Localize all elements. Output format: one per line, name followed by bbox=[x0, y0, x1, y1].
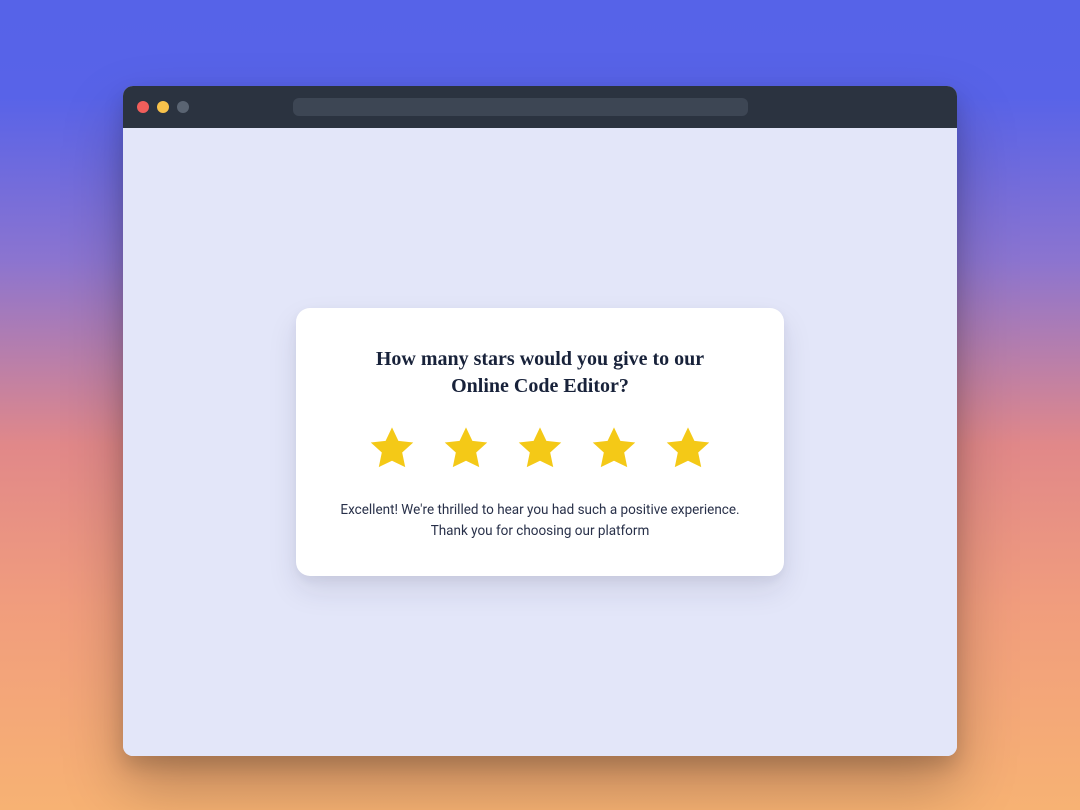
star-icon bbox=[440, 422, 492, 474]
star-icon bbox=[366, 422, 418, 474]
star-icon bbox=[514, 422, 566, 474]
star-5[interactable] bbox=[662, 422, 714, 474]
browser-window: How many stars would you give to our Onl… bbox=[123, 86, 957, 756]
rating-card: How many stars would you give to our Onl… bbox=[296, 308, 784, 576]
star-3[interactable] bbox=[514, 422, 566, 474]
star-icon bbox=[662, 422, 714, 474]
traffic-light-close-icon[interactable] bbox=[137, 101, 149, 113]
window-titlebar bbox=[123, 86, 957, 128]
browser-viewport: How many stars would you give to our Onl… bbox=[123, 128, 957, 756]
traffic-light-zoom-icon[interactable] bbox=[177, 101, 189, 113]
star-1[interactable] bbox=[366, 422, 418, 474]
rating-message: Excellent! We're thrilled to hear you ha… bbox=[336, 500, 744, 542]
star-icon bbox=[588, 422, 640, 474]
star-4[interactable] bbox=[588, 422, 640, 474]
rating-heading: How many stars would you give to our Onl… bbox=[336, 346, 744, 400]
star-2[interactable] bbox=[440, 422, 492, 474]
star-rating bbox=[336, 422, 744, 474]
address-bar[interactable] bbox=[293, 98, 748, 116]
traffic-light-minimize-icon[interactable] bbox=[157, 101, 169, 113]
